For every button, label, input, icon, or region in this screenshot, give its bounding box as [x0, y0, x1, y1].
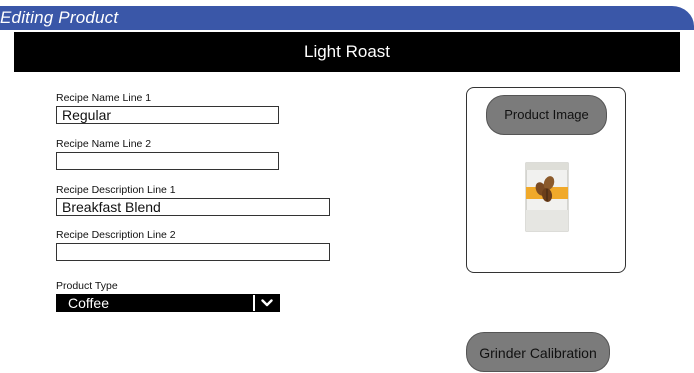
recipe-name-line-2-label: Recipe Name Line 2: [56, 138, 152, 150]
product-type-value: Coffee: [68, 295, 109, 311]
recipe-description-line-1-label: Recipe Description Line 1: [56, 184, 176, 196]
coffee-bag-icon: [525, 162, 569, 232]
product-name-header: Light Roast: [14, 32, 680, 72]
chevron-down-icon[interactable]: [253, 295, 279, 311]
recipe-description-line-2-label: Recipe Description Line 2: [56, 229, 176, 241]
window-title-bar: Editing Product: [0, 6, 694, 30]
product-image-panel: Product Image: [466, 87, 626, 273]
recipe-name-line-1-label: Recipe Name Line 1: [56, 92, 152, 104]
recipe-description-line-2-input[interactable]: [56, 243, 330, 261]
recipe-name-line-1-input[interactable]: Regular: [56, 106, 279, 124]
recipe-name-line-2-input[interactable]: [56, 152, 279, 170]
product-type-label: Product Type: [56, 280, 118, 292]
product-type-select[interactable]: Coffee: [56, 294, 280, 312]
window-title: Editing Product: [0, 8, 119, 27]
grinder-calibration-button[interactable]: Grinder Calibration: [466, 332, 610, 372]
product-image-button[interactable]: Product Image: [486, 95, 607, 135]
recipe-description-line-1-input[interactable]: Breakfast Blend: [56, 198, 330, 216]
